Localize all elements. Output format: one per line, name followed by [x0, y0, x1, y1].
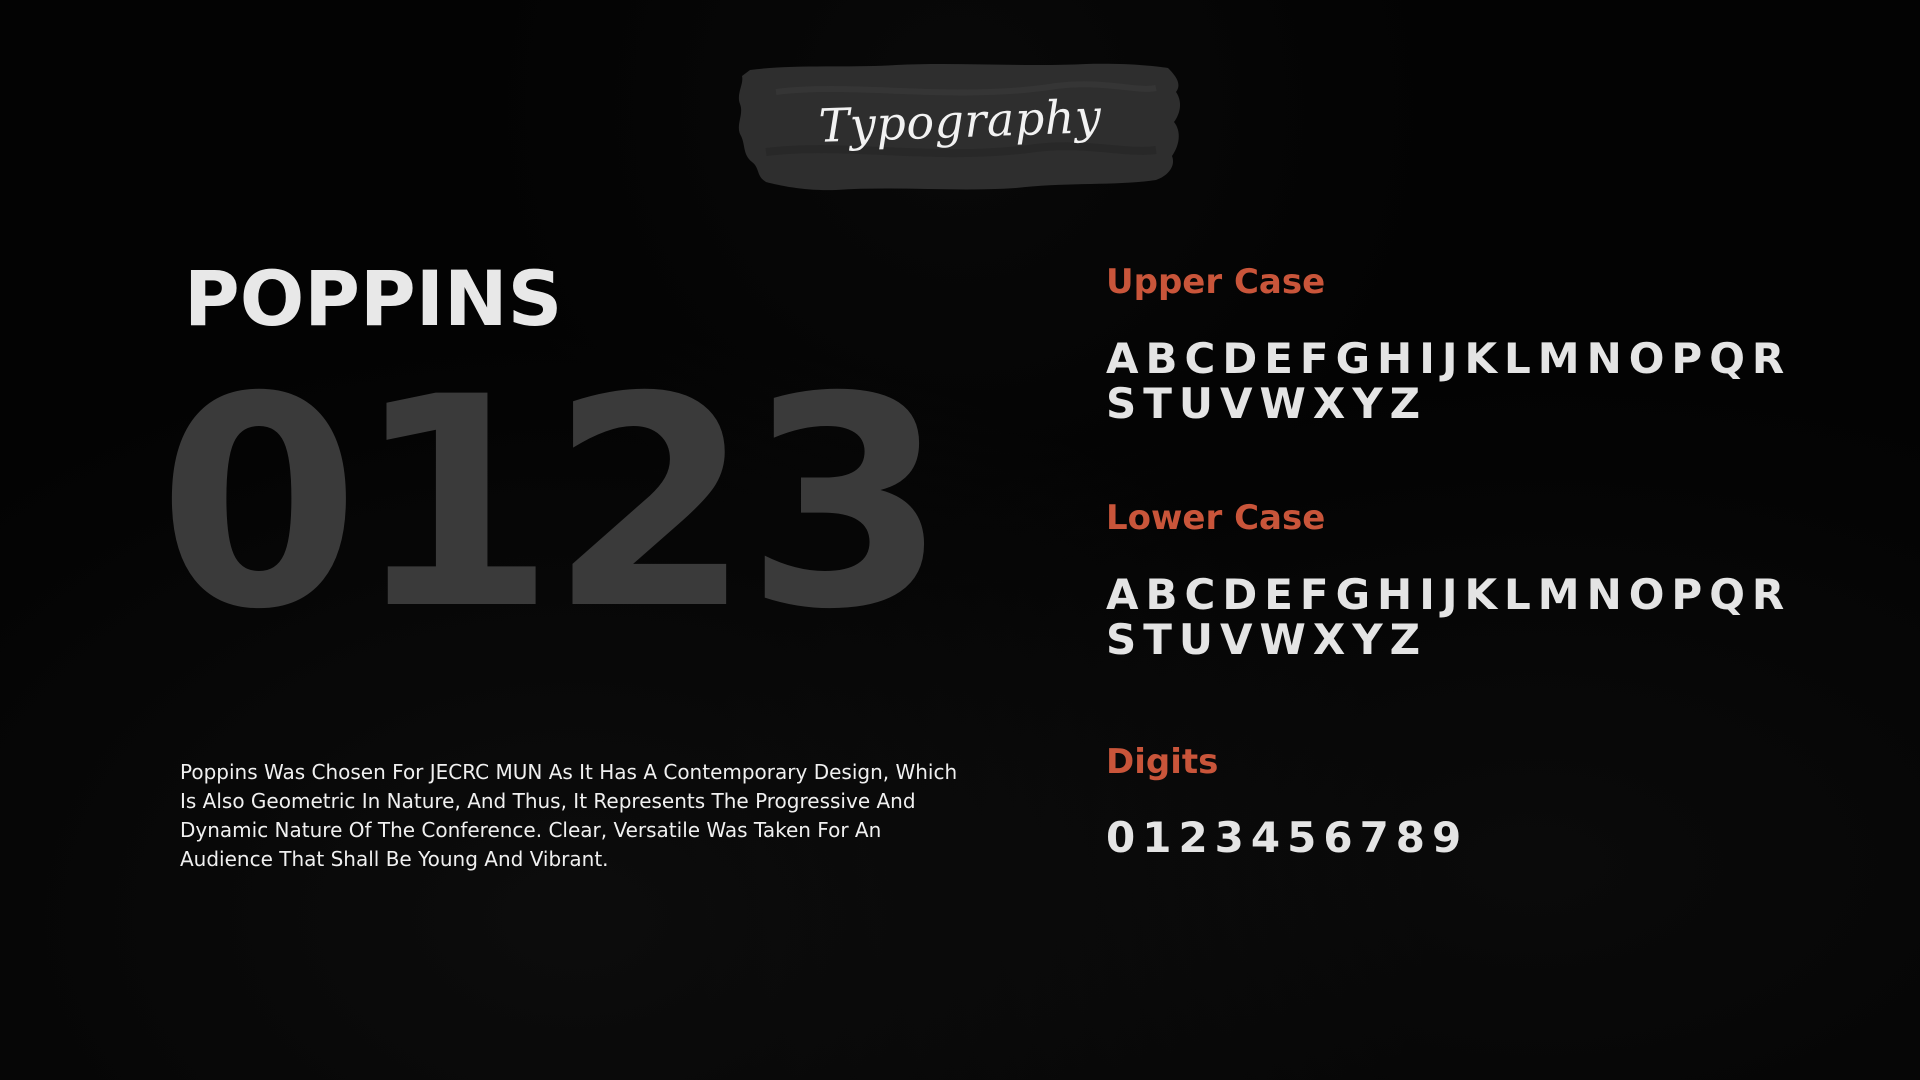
sample-digits-display: 0123: [158, 336, 947, 673]
upper-case-line-1: ABCDEFGHIJKLMNOPQR: [1106, 334, 1792, 383]
lower-case-label: Lower Case: [1106, 498, 1326, 538]
lower-case-line-2: STUVWXYZ: [1106, 615, 1428, 664]
lower-case-line-1: ABCDEFGHIJKLMNOPQR: [1106, 570, 1792, 619]
font-description: Poppins Was Chosen For JECRC MUN As It H…: [180, 760, 958, 871]
font-name-heading: POPPINS: [184, 254, 563, 343]
title-banner: Typography: [736, 62, 1184, 192]
digits-line: 0123456789: [1106, 813, 1469, 862]
upper-case-label: Upper Case: [1106, 262, 1326, 302]
digits-label: Digits: [1106, 742, 1219, 782]
upper-case-line-2: STUVWXYZ: [1106, 379, 1428, 428]
